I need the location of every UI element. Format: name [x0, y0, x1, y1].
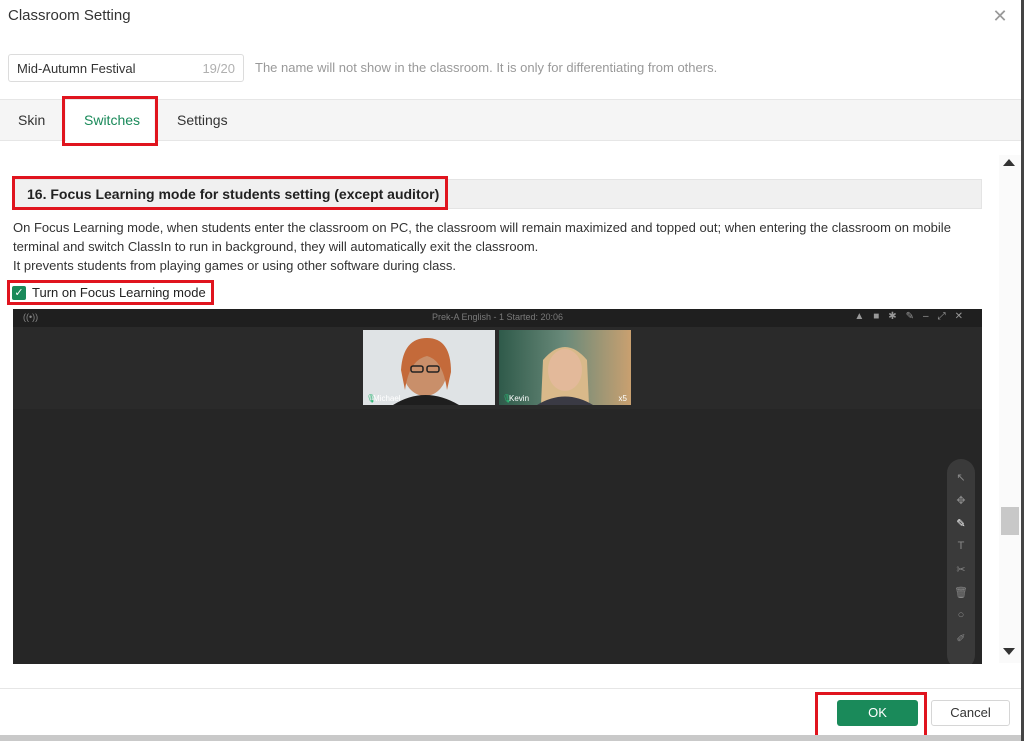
trophy-count: x5: [618, 394, 627, 403]
settings-content: 16. Focus Learning mode for students set…: [0, 141, 1000, 681]
name-row: Mid-Autumn Festival 19/20 The name will …: [0, 50, 1024, 84]
trash-icon: 🗑: [954, 587, 968, 599]
scissors-icon: ✂: [956, 564, 966, 576]
video-tile-teacher: 🎙 Michael: [363, 330, 495, 405]
title-bar: Classroom Setting ✕: [0, 0, 1024, 34]
blackboard-area: [13, 409, 982, 664]
section-description-line-2: terminal and switch ClassIn to run in ba…: [13, 239, 539, 254]
pen-icon: ✎: [956, 518, 966, 530]
scrollbar[interactable]: [999, 155, 1021, 663]
cancel-button[interactable]: Cancel: [931, 700, 1010, 726]
scrollbar-thumb[interactable]: [1001, 507, 1019, 535]
close-icon[interactable]: ✕: [992, 7, 1008, 25]
video-tile-student: 🎙 Kevin x5: [499, 330, 631, 405]
text-icon: T: [957, 540, 965, 552]
preview-window-icons: ▲■✱✎–⤢✕: [854, 311, 972, 322]
edit-icon: ✐: [956, 633, 966, 645]
dialog-title: Classroom Setting: [8, 7, 131, 24]
classroom-preview-image: ((•)) Prek-A English - 1 Started: 20:06 …: [13, 309, 982, 664]
tab-settings[interactable]: Settings: [177, 112, 228, 128]
highlight-box-tab: [62, 96, 158, 146]
pointer-icon: ↖: [956, 472, 966, 484]
scroll-down-icon[interactable]: [1003, 648, 1015, 655]
preview-title: Prek-A English - 1 Started: 20:06: [431, 312, 564, 322]
section-description-line-3: It prevents students from playing games …: [13, 258, 456, 273]
video-name-label: Kevin: [509, 394, 530, 403]
section-description-line-1: On Focus Learning mode, when students en…: [13, 220, 951, 235]
shape-icon: ○: [957, 609, 965, 621]
classroom-name-input[interactable]: Mid-Autumn Festival 19/20: [8, 54, 244, 82]
char-counter: 19/20: [202, 61, 235, 76]
name-hint: The name will not show in the classroom.…: [255, 60, 718, 75]
window-bottom-edge: [0, 735, 1024, 741]
move-icon: ✥: [956, 495, 966, 507]
tool-palette: ↖ ✥ ✎ T ✂ 🗑 ○ ✐: [947, 459, 975, 664]
scroll-up-icon[interactable]: [1003, 159, 1015, 166]
classroom-name-value[interactable]: Mid-Autumn Festival: [17, 61, 135, 76]
tab-skin[interactable]: Skin: [18, 112, 45, 128]
highlight-box-checkbox: [7, 280, 214, 305]
highlight-box-section-title: [12, 176, 448, 210]
highlight-box-ok: [815, 692, 927, 739]
preview-title-bar: ((•)) Prek-A English - 1 Started: 20:06 …: [13, 309, 982, 327]
video-name-label: Michael: [373, 394, 401, 403]
